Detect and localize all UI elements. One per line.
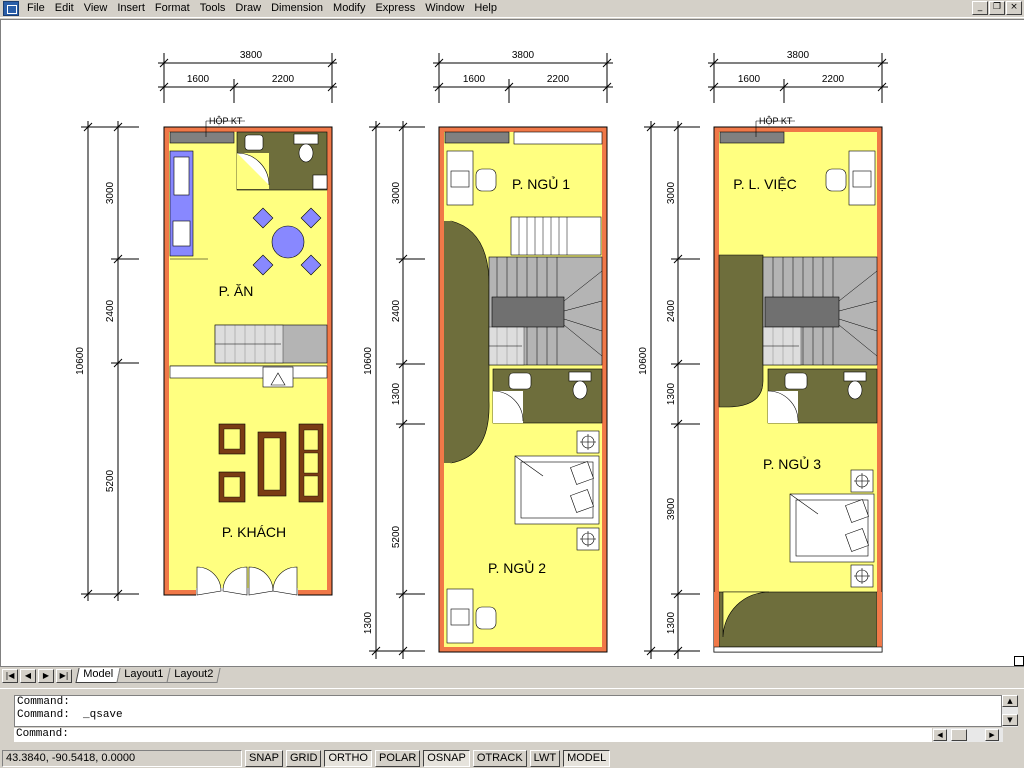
command-history: Command: Command: _qsave <box>14 695 1002 727</box>
dim-segment: 2400 <box>105 299 116 322</box>
menu-modify[interactable]: Modify <box>328 0 370 18</box>
tab-model[interactable]: Model <box>75 668 121 683</box>
label-hop-kt: HỘP KT <box>209 116 243 126</box>
dim-sub-width: 1600 <box>738 74 761 85</box>
last-tab-button[interactable]: ▶| <box>56 668 72 683</box>
scroll-down-button[interactable]: ▼ <box>1002 714 1018 726</box>
toggle-lwt[interactable]: LWT <box>529 749 561 767</box>
toggle-polar[interactable]: POLAR <box>375 749 421 767</box>
first-tab-button[interactable]: |◀ <box>2 668 18 683</box>
restore-button[interactable]: ❐ <box>989 1 1005 15</box>
window-controls: _ ❐ × <box>972 1 1022 15</box>
toggle-otrack[interactable]: OTRACK <box>472 749 527 767</box>
command-horizontal-scrollbar[interactable]: ◀ ▶ <box>933 728 1003 742</box>
menu-bar: File Edit View Insert Format Tools Draw Dimensi… <box>0 0 1024 18</box>
toggle-grid[interactable]: GRID <box>285 749 322 767</box>
scroll-thumb[interactable] <box>951 729 967 741</box>
dim-overall-width: 3800 <box>240 50 263 61</box>
plan-ground-floor: 3800 1600 2200 10600 3000 2400 5200 HỘP … <box>75 50 337 601</box>
dim-segment: 3000 <box>391 181 402 204</box>
menu-dimension[interactable]: Dimension <box>266 0 328 18</box>
next-tab-button[interactable]: ▶ <box>38 668 54 683</box>
command-line: Command: _qsave <box>17 709 123 721</box>
ucs-icon <box>1014 656 1024 666</box>
dim-sub-width: 1600 <box>187 74 210 85</box>
menu-tools[interactable]: Tools <box>195 0 231 18</box>
minimize-button[interactable]: _ <box>972 1 988 15</box>
dim-sub-width: 1600 <box>463 74 486 85</box>
scroll-left-button[interactable]: ◀ <box>933 729 947 741</box>
dim-segment: 2400 <box>666 299 677 322</box>
dim-segment: 3000 <box>666 181 677 204</box>
toggle-model[interactable]: MODEL <box>563 749 611 767</box>
dim-sub-width: 2200 <box>547 74 570 85</box>
menu-window[interactable]: Window <box>420 0 469 18</box>
menu-draw[interactable]: Draw <box>230 0 266 18</box>
status-bar: 43.3840, -90.5418, 0.0000 SNAP GRID ORTHO P… <box>0 748 1024 768</box>
scroll-up-button[interactable]: ▲ <box>1002 695 1018 707</box>
dim-overall-length: 10600 <box>75 347 86 375</box>
dim-segment: 1300 <box>391 382 402 405</box>
tab-layout2[interactable]: Layout2 <box>166 668 221 683</box>
label-hop-kt: HỘP KT <box>759 116 793 126</box>
app-icon[interactable] <box>3 1 19 16</box>
room-label: P. KHÁCH <box>222 524 286 540</box>
menu-insert[interactable]: Insert <box>112 0 150 18</box>
scroll-right-button[interactable]: ▶ <box>985 729 999 741</box>
menu-express[interactable]: Express <box>370 0 420 18</box>
dim-segment: 5200 <box>105 469 116 492</box>
close-button[interactable]: × <box>1006 1 1022 15</box>
dim-segment: 1300 <box>666 611 677 634</box>
dim-overall-width: 3800 <box>787 50 810 61</box>
toggle-snap[interactable]: SNAP <box>245 749 283 767</box>
command-vertical-scrollbar[interactable]: ▲ ▼ <box>1002 695 1018 727</box>
menu-edit[interactable]: Edit <box>50 0 79 18</box>
dim-segment: 2400 <box>391 299 402 322</box>
dim-segment: 3900 <box>666 497 677 520</box>
dim-segment: 1300 <box>666 382 677 405</box>
drawing-canvas[interactable]: 3800 1600 2200 10600 3000 2400 5200 HỘP … <box>0 19 1024 666</box>
room-label: P. NGỦ 2 <box>488 559 546 576</box>
dim-overall-length: 10600 <box>638 347 649 375</box>
command-input[interactable]: Command: <box>14 728 932 742</box>
room-label: P. ĂN <box>219 283 254 299</box>
toggle-ortho[interactable]: ORTHO <box>324 749 372 767</box>
command-line: Command: <box>17 696 70 708</box>
dim-segment: 3000 <box>105 181 116 204</box>
room-label: P. L. VIỆC <box>733 176 797 192</box>
menu-view[interactable]: View <box>79 0 113 18</box>
prev-tab-button[interactable]: ◀ <box>20 668 36 683</box>
coordinate-readout: 43.3840, -90.5418, 0.0000 <box>2 749 242 767</box>
plan-second-floor: 3800 1600 2200 10600 3000 2400 1300 3900… <box>638 50 888 659</box>
room-label: P. NGỦ 1 <box>512 175 570 192</box>
plan-first-floor: 3800 1600 2200 10600 3000 2400 1300 5200… <box>363 50 613 659</box>
dim-sub-width: 2200 <box>272 74 295 85</box>
dim-overall-length: 10600 <box>363 347 374 375</box>
dim-segment: 5200 <box>391 525 402 548</box>
menu-file[interactable]: File <box>22 0 50 18</box>
toggle-osnap[interactable]: OSNAP <box>423 749 470 767</box>
tab-layout1[interactable]: Layout1 <box>116 668 171 683</box>
menu-format[interactable]: Format <box>150 0 195 18</box>
command-window: Command: Command: _qsave ▲ ▼ Command: ◀ … <box>0 688 1024 745</box>
dim-sub-width: 2200 <box>822 74 845 85</box>
layout-tab-bar: |◀ ◀ ▶ ▶| Model Layout1 Layout2 <box>0 666 1024 684</box>
menu-help[interactable]: Help <box>469 0 502 18</box>
room-label: P. NGỦ 3 <box>763 455 821 472</box>
dim-overall-width: 3800 <box>512 50 535 61</box>
dim-segment: 1300 <box>363 611 374 634</box>
